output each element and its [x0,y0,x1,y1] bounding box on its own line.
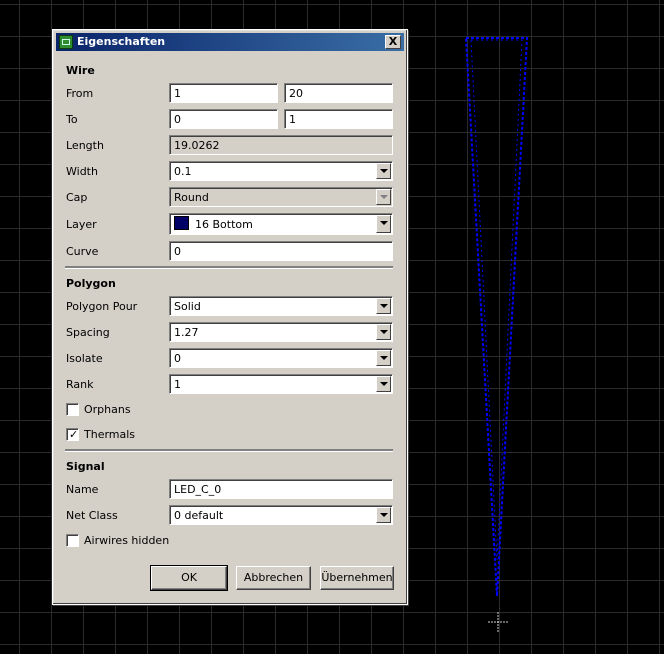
chevron-down-icon[interactable] [376,215,391,233]
chevron-down-icon[interactable] [376,298,391,314]
width-value: 0.1 [174,165,192,178]
from-y-input[interactable]: 20 [284,83,393,103]
apply-button[interactable]: Übernehmen [320,566,394,590]
polygon-pour-label: Polygon Pour [66,300,138,313]
orphans-checkbox[interactable] [66,403,79,416]
chevron-down-icon[interactable] [376,350,391,366]
rank-combo[interactable]: 1 [169,374,393,394]
layer-combo[interactable]: 16 Bottom [169,213,393,235]
to-x-input[interactable]: 0 [169,109,278,129]
spacing-combo[interactable]: 1.27 [169,322,393,342]
ok-button[interactable]: OK [150,565,228,591]
app-icon [59,35,73,49]
length-field: 19.0262 [169,135,393,155]
cap-combo: Round [169,187,393,207]
net-class-value: 0 default [174,509,224,522]
from-label: From [66,87,94,100]
from-x-input[interactable]: 1 [169,83,278,103]
rank-label: Rank [66,378,94,391]
isolate-value: 0 [174,352,181,365]
section-divider [65,449,393,452]
to-label: To [66,113,78,126]
chevron-down-icon [376,189,391,205]
chevron-down-icon[interactable] [376,507,391,523]
cap-value: Round [174,191,209,204]
isolate-label: Isolate [66,352,103,365]
rank-value: 1 [174,378,181,391]
crosshair-cursor-icon [488,612,508,632]
dialog-title: Eigenschaften [77,35,166,48]
width-label: Width [66,165,98,178]
layer-color-swatch [174,216,189,230]
close-button[interactable]: X [385,35,401,49]
length-label: Length [66,139,104,152]
dialog-titlebar[interactable]: Eigenschaften X [56,33,404,51]
polygon-inner-outline [470,39,523,561]
net-class-combo[interactable]: 0 default [169,505,393,525]
signal-section-title: Signal [66,460,105,473]
name-label: Name [66,483,99,496]
airwires-hidden-checkbox[interactable] [66,534,79,547]
chevron-down-icon[interactable] [376,324,391,340]
checkmark-icon: ✓ [69,428,79,441]
polygon-pour-combo[interactable]: Solid [169,296,393,316]
polygon-section-title: Polygon [66,277,116,290]
chevron-down-icon[interactable] [376,376,391,392]
spacing-value: 1.27 [174,326,199,339]
curve-label: Curve [66,245,99,258]
wire-section-title: Wire [66,64,95,77]
net-class-label: Net Class [66,509,118,522]
layer-label: Layer [66,218,97,231]
layer-value: 16 Bottom [195,218,253,231]
cap-label: Cap [66,191,88,204]
cancel-button[interactable]: Abbrechen [236,566,311,590]
section-divider [65,266,393,269]
width-combo[interactable]: 0.1 [169,161,393,181]
thermals-label: Thermals [84,428,136,441]
spacing-label: Spacing [66,326,110,339]
isolate-combo[interactable]: 0 [169,348,393,368]
curve-input[interactable]: 0 [169,241,393,261]
orphans-label: Orphans [84,403,131,416]
thermals-checkbox[interactable]: ✓ [66,428,79,441]
airwires-hidden-label: Airwires hidden [84,534,170,547]
close-icon: X [388,35,398,48]
signal-name-input[interactable]: LED_C_0 [169,479,393,499]
polygon-pour-value: Solid [174,300,201,313]
to-y-input[interactable]: 1 [284,109,393,129]
properties-dialog: Eigenschaften X Wire From 1 20 To 0 1 Le… [52,29,408,605]
chevron-down-icon[interactable] [376,163,391,179]
